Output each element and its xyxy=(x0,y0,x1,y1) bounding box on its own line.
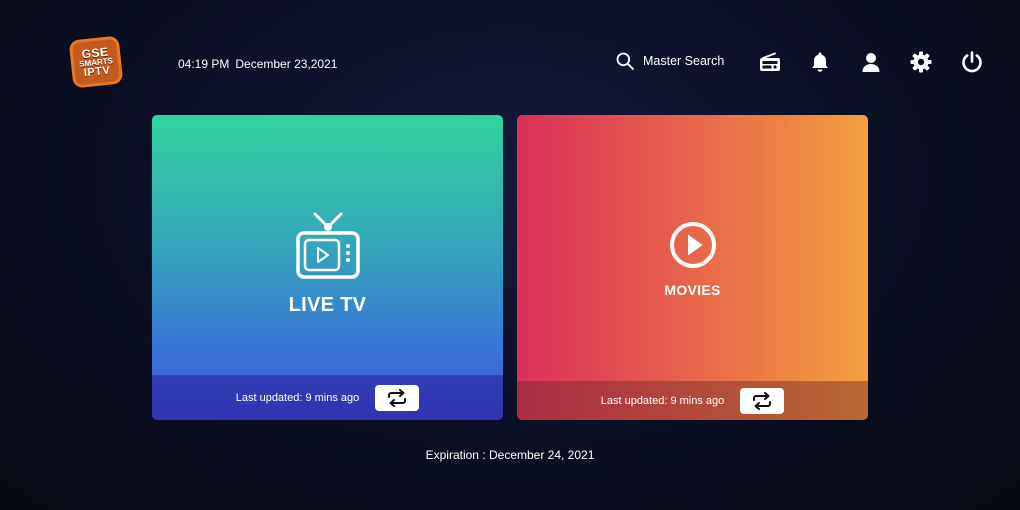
current-time: 04:19 PM xyxy=(178,57,230,71)
tv-icon xyxy=(295,212,360,279)
master-search-button[interactable]: Master Search xyxy=(615,51,724,71)
live-tv-refresh-button[interactable] xyxy=(375,384,420,411)
live-tv-content: LIVE TV xyxy=(152,212,503,317)
refresh-icon xyxy=(388,388,407,407)
current-date: December 23,2021 xyxy=(235,57,338,71)
live-tv-card[interactable]: LIVE TV Last updated: 9 mins ago xyxy=(152,115,503,420)
live-tv-title: LIVE TV xyxy=(288,294,367,316)
movies-title: MOVIES xyxy=(664,282,721,298)
gear-icon xyxy=(910,51,932,73)
radio-icon xyxy=(760,52,780,71)
movies-content: MOVIES xyxy=(517,220,868,298)
refresh-icon xyxy=(753,391,772,410)
movies-last-updated: Last updated: 9 mins ago xyxy=(600,394,725,407)
user-icon xyxy=(862,53,880,72)
app-logo: GSE SMARTS IPTV xyxy=(68,35,124,89)
power-button[interactable] xyxy=(960,50,984,74)
settings-button[interactable] xyxy=(909,50,933,74)
bell-icon xyxy=(812,52,828,72)
date-time: 04:19 PM December 23,2021 xyxy=(178,57,337,71)
movies-card[interactable]: MOVIES Last updated: 9 mins ago xyxy=(517,115,868,420)
movies-refresh-button[interactable] xyxy=(740,387,785,414)
notifications-button[interactable] xyxy=(808,50,832,74)
master-search-label: Master Search xyxy=(643,54,725,68)
play-circle-icon xyxy=(669,222,716,268)
power-icon xyxy=(962,51,982,73)
logo-line-3: IPTV xyxy=(83,64,111,79)
live-tv-last-updated: Last updated: 9 mins ago xyxy=(235,391,360,404)
live-tv-footer: Last updated: 9 mins ago xyxy=(152,375,503,420)
profile-button[interactable] xyxy=(859,50,883,74)
search-icon xyxy=(616,52,634,70)
movies-footer: Last updated: 9 mins ago xyxy=(517,381,868,420)
radio-button[interactable] xyxy=(758,50,782,74)
expiration-text: Expiration : December 24, 2021 xyxy=(425,448,595,462)
